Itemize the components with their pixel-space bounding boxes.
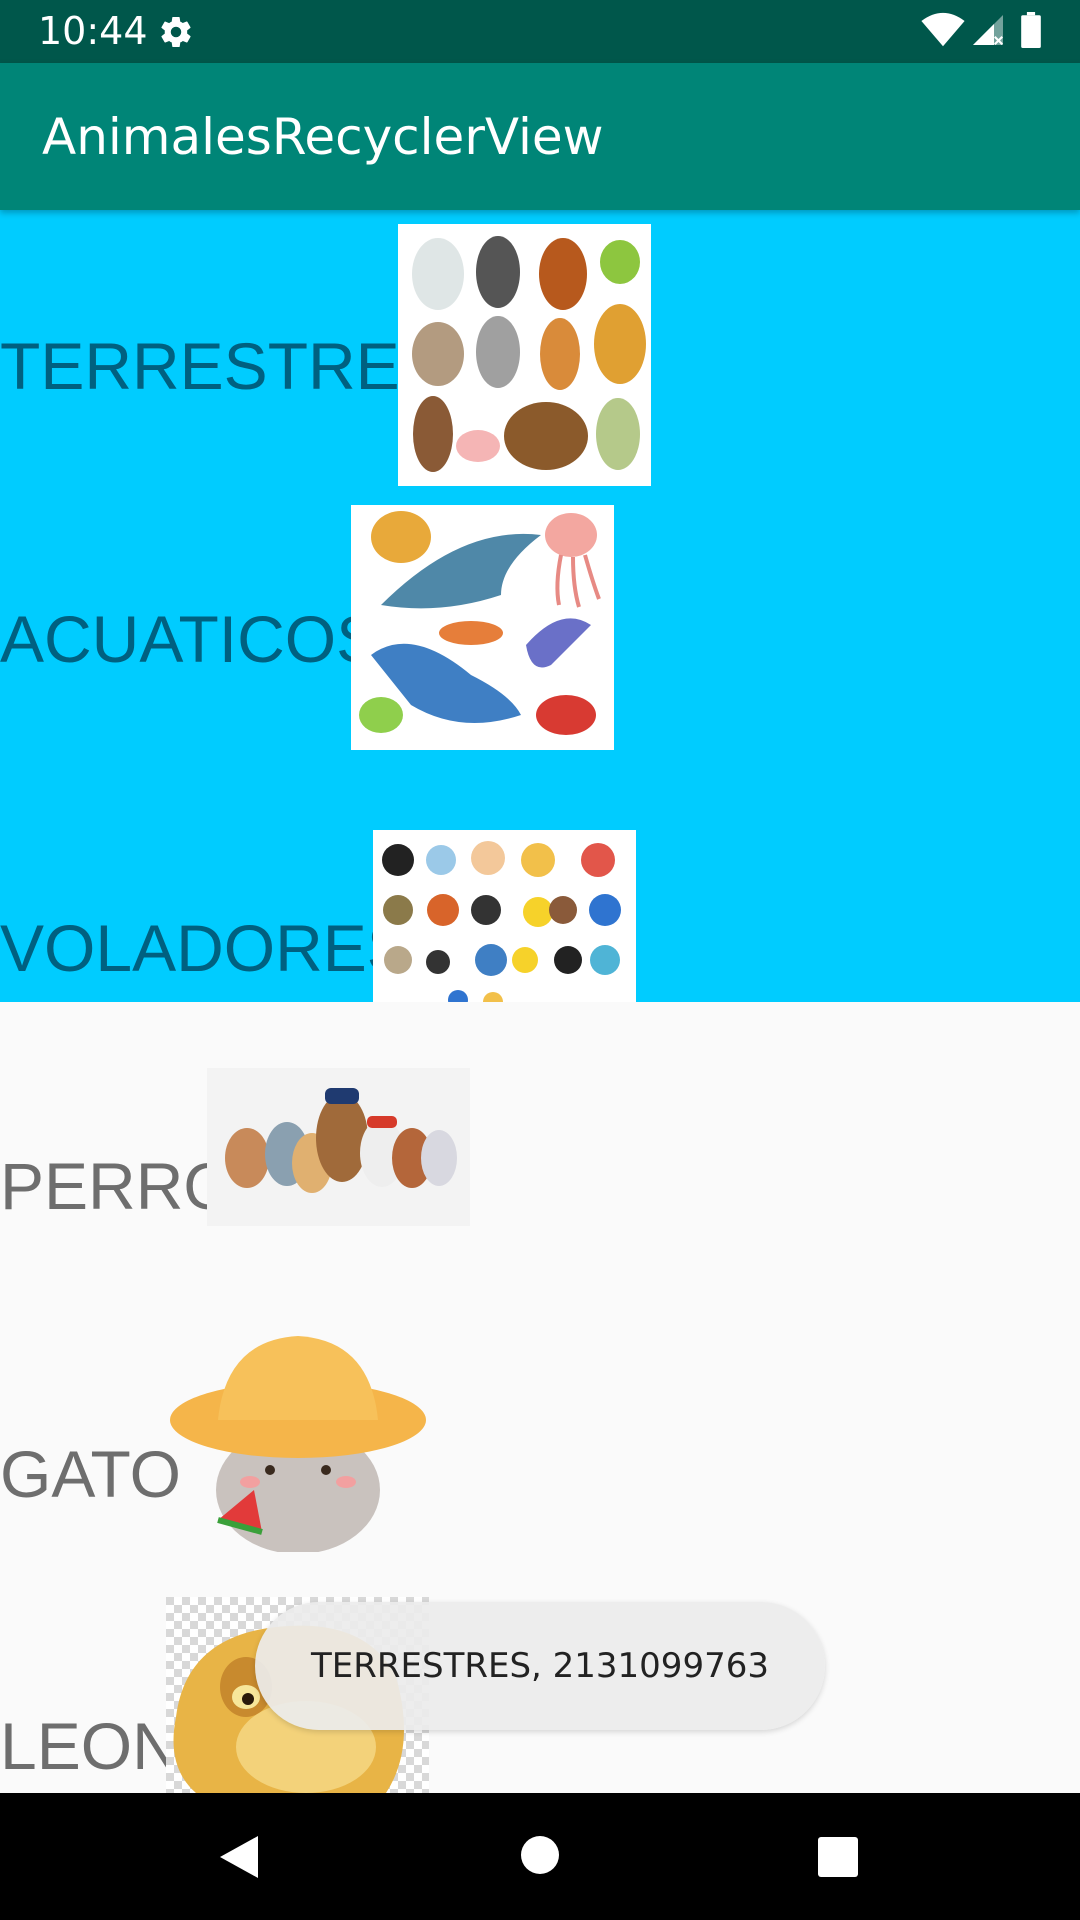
list-item[interactable]: GATO bbox=[0, 1320, 1080, 1570]
cat-image bbox=[170, 1336, 426, 1552]
app-bar: AnimalesRecyclerView bbox=[0, 63, 1080, 210]
signal-icon bbox=[973, 15, 1003, 45]
wifi-icon bbox=[921, 12, 965, 47]
animal-list[interactable]: TERRESTRES ACUATICOS VOLADORES PERRO GAT… bbox=[0, 210, 1080, 1793]
battery-icon bbox=[1021, 12, 1041, 48]
list-item-label: TERRESTRES bbox=[0, 329, 444, 403]
list-item[interactable]: ACUATICOS bbox=[0, 505, 1080, 765]
back-icon[interactable] bbox=[216, 1832, 262, 1882]
list-item[interactable]: PERRO bbox=[0, 1062, 1080, 1262]
list-item-label: VOLADORES bbox=[0, 911, 411, 985]
land-animals-image bbox=[398, 224, 651, 486]
sea-animals-image bbox=[351, 505, 614, 750]
list-item-label: GATO bbox=[0, 1437, 181, 1511]
gear-icon bbox=[161, 17, 191, 48]
toast-message: TERRESTRES, 2131099763 bbox=[255, 1602, 825, 1730]
status-time: 10:44 bbox=[38, 9, 148, 53]
list-item[interactable]: TERRESTRES bbox=[0, 210, 1080, 486]
list-item-label: LEON bbox=[0, 1709, 180, 1783]
app-title: AnimalesRecyclerView bbox=[42, 108, 604, 166]
recents-icon[interactable] bbox=[817, 1836, 859, 1878]
birds-image bbox=[373, 830, 636, 1002]
list-item[interactable]: VOLADORES bbox=[0, 790, 1080, 1002]
list-item-label: ACUATICOS bbox=[0, 602, 381, 676]
list-item-label: PERRO bbox=[0, 1149, 235, 1223]
status-bar: 10:44 bbox=[0, 0, 1080, 63]
dogs-image bbox=[207, 1068, 470, 1226]
home-icon[interactable] bbox=[520, 1835, 560, 1875]
